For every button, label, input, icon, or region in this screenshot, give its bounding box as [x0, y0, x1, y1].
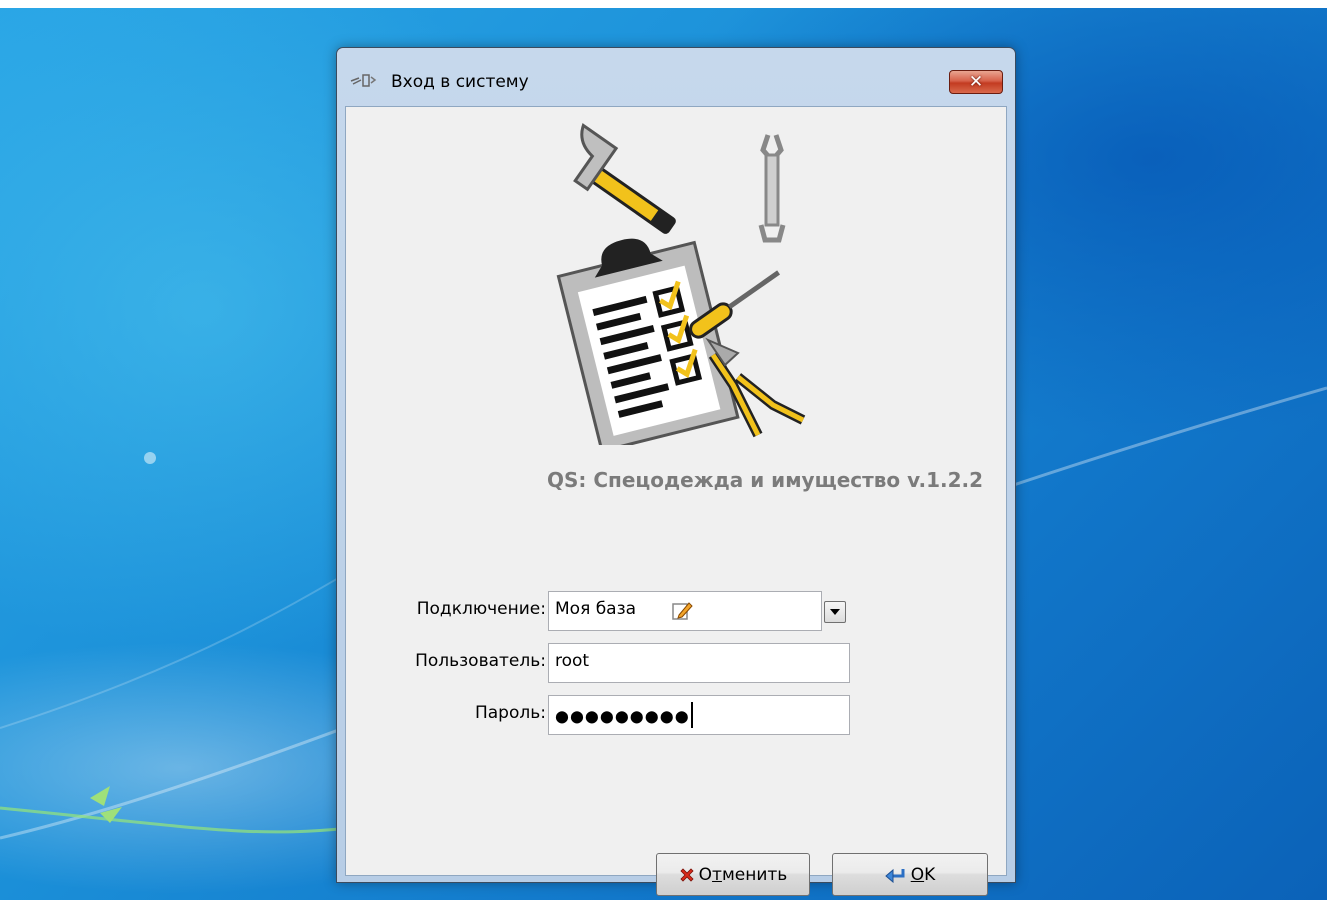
app-logo-icon — [350, 74, 377, 87]
password-row: Пароль: ●●●●●●●●● — [346, 695, 1006, 735]
pencil-edit-icon[interactable] — [670, 599, 694, 623]
tools-clipboard-illustration — [556, 123, 806, 445]
connection-label: Подключение: — [416, 599, 546, 619]
red-x-icon — [680, 867, 694, 882]
enter-arrow-icon — [884, 868, 905, 883]
chevron-down-icon — [830, 609, 840, 615]
ok-button[interactable]: OK — [832, 853, 988, 896]
cancel-label: Отменить — [698, 864, 788, 885]
user-row: Пользователь: root — [346, 643, 1006, 683]
cancel-button[interactable]: Отменить — [656, 853, 810, 896]
ok-label: OK — [910, 864, 936, 885]
app-title: QS: Спецодежда и имущество v.1.2.2 — [546, 468, 984, 492]
close-icon: ✕ — [968, 72, 984, 92]
password-label: Пароль: — [474, 703, 546, 723]
dialog-body: QS: Спецодежда и имущество v.1.2.2 Подкл… — [345, 106, 1007, 896]
login-dialog: Вход в систему ✕ QS: Спецодежда и имущес… — [336, 47, 1016, 896]
title-bar[interactable]: Вход в систему ✕ — [337, 48, 1015, 108]
text-caret — [690, 702, 693, 728]
close-button[interactable]: ✕ — [949, 70, 1003, 94]
password-mask: ●●●●●●●●● — [555, 706, 690, 726]
connection-dropdown-button[interactable] — [824, 601, 846, 623]
user-label: Пользователь: — [415, 651, 546, 671]
password-input[interactable]: ●●●●●●●●● — [548, 695, 850, 735]
user-input[interactable]: root — [548, 643, 850, 683]
connection-row: Подключение: Моя база — [346, 591, 1006, 631]
connection-combobox[interactable]: Моя база — [548, 591, 852, 631]
window-title: Вход в систему — [391, 72, 529, 92]
